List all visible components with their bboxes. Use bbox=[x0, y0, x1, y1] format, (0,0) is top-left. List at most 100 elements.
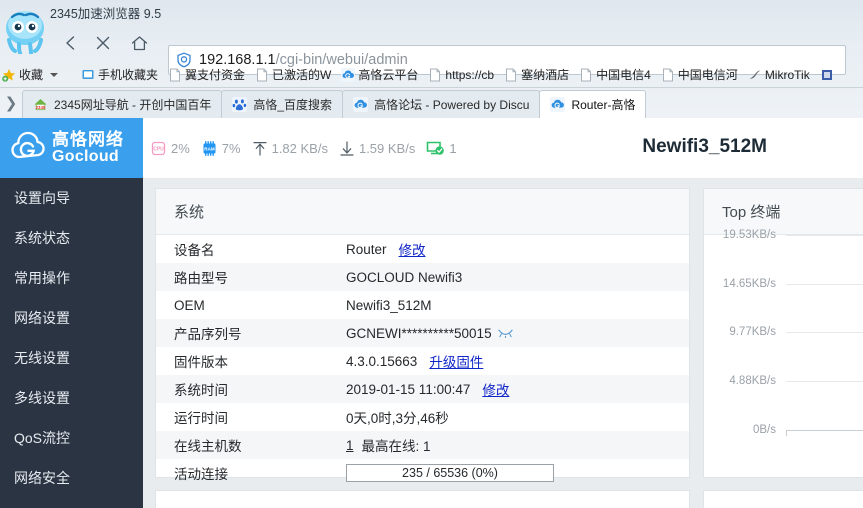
home-icon bbox=[130, 34, 149, 53]
page-icon bbox=[820, 68, 834, 82]
bookmark-item[interactable]: 翼支付资金 bbox=[163, 64, 250, 86]
bookmark-item[interactable]: 塞纳酒店 bbox=[499, 64, 574, 86]
browser-tab[interactable]: 23452345网址导航 - 开创中国百年 bbox=[22, 90, 222, 118]
system-info-label: 活动连接 bbox=[174, 463, 346, 483]
stat-ram-value: 7% bbox=[222, 141, 241, 156]
chevron-down-icon bbox=[50, 73, 58, 77]
page-icon bbox=[579, 68, 593, 82]
browser-nav-row: 192.168.1.1/cgi-bin/webui/admin bbox=[0, 22, 863, 62]
system-info-value-cell: 0天,0时,3分,46秒 bbox=[346, 407, 449, 427]
main-content: 系统 设备名Router修改路由型号GOCLOUD Newifi3OEMNewi… bbox=[143, 178, 863, 508]
sidebar-item-7[interactable]: 网络安全 bbox=[0, 458, 143, 498]
system-info-row: 系统时间2019-01-15 11:00:47修改 bbox=[156, 375, 689, 403]
browser-app-title: 2345加速浏览器 9.5 bbox=[50, 3, 161, 22]
system-info-extra: 最高在线: 1 bbox=[362, 435, 431, 455]
bookmark-label: 中国电信4 bbox=[596, 66, 651, 83]
ram-icon: RAM bbox=[201, 140, 218, 157]
system-info-table: 设备名Router修改路由型号GOCLOUD Newifi3OEMNewifi3… bbox=[156, 235, 689, 487]
bookmark-item[interactable]: 已激活的W bbox=[250, 64, 336, 86]
bookmark-item-clipped[interactable] bbox=[815, 64, 839, 86]
svg-text:CPU: CPU bbox=[153, 146, 164, 152]
home-button[interactable] bbox=[124, 28, 154, 58]
system-info-label: 设备名 bbox=[174, 239, 346, 259]
stat-download-value: 1.59 KB/s bbox=[359, 141, 415, 156]
sidebar-item-4[interactable]: 无线设置 bbox=[0, 338, 143, 378]
system-info-row: OEMNewifi3_512M bbox=[156, 291, 689, 319]
sidebar-item-3[interactable]: 网络设置 bbox=[0, 298, 143, 338]
brand-text: 高恪网络 Gocloud bbox=[52, 131, 124, 166]
eye-toggle-icon[interactable] bbox=[498, 328, 513, 338]
sidebar-item-6[interactable]: QoS流控 bbox=[0, 418, 143, 458]
system-panel-title: 系统 bbox=[156, 189, 689, 235]
stop-button[interactable] bbox=[88, 28, 118, 58]
bookmarks-bar: 收藏 手机收藏夹 翼支付资金 已激活的W 高恪云平台 https://cb 塞纳… bbox=[0, 62, 863, 88]
baidu-icon bbox=[232, 97, 247, 112]
bookmark-item[interactable]: 中国电信4 bbox=[574, 64, 656, 86]
system-info-value-cell: 2019-01-15 11:00:47修改 bbox=[346, 379, 509, 399]
browser-chrome: 2345加速浏览器 9.5 192.168.1.1/cgi-bin/webui/… bbox=[0, 0, 863, 118]
system-info-link[interactable]: 修改 bbox=[482, 379, 509, 399]
tab-list: 23452345网址导航 - 开创中国百年 高恪_百度搜索 高恪论坛 - Pow… bbox=[22, 90, 645, 118]
browser-tab[interactable]: 高恪_百度搜索 bbox=[221, 90, 343, 118]
browser-tab[interactable]: 高恪论坛 - Powered by Discu bbox=[342, 90, 540, 118]
bookmark-item[interactable]: 手机收藏夹 bbox=[79, 64, 163, 86]
svg-text:RAM: RAM bbox=[204, 146, 215, 151]
mikrotik-icon bbox=[748, 68, 762, 82]
stat-cpu-value: 2% bbox=[171, 141, 190, 156]
system-info-value-cell: 1 最高在线: 1 bbox=[346, 435, 431, 455]
stat-upload: 1.82 KB/s bbox=[252, 140, 328, 157]
system-info-label: 运行时间 bbox=[174, 407, 346, 427]
top-terminals-panel: Top 终端 19.53KB/s14.65KB/s9.77KB/s4.88KB/… bbox=[703, 188, 863, 478]
bookmark-item[interactable]: MikroTik bbox=[743, 64, 815, 86]
top-terminals-chart: 19.53KB/s14.65KB/s9.77KB/s4.88KB/s0B/s 1… bbox=[704, 235, 863, 478]
sidebar-item-label: QoS流控 bbox=[14, 428, 70, 448]
browser-tab-label: 2345网址导航 - 开创中国百年 bbox=[54, 96, 211, 113]
sidebar-item-label: 系统状态 bbox=[14, 228, 70, 248]
sidebar-item-5[interactable]: 多线设置 bbox=[0, 378, 143, 418]
system-info-value-cell: 4.3.0.15663升级固件 bbox=[346, 351, 483, 371]
brand-logo-block[interactable]: 高恪网络 Gocloud bbox=[0, 118, 143, 178]
bookmark-label: 已激活的W bbox=[272, 66, 331, 83]
sidebar-item-label: 常用操作 bbox=[14, 268, 70, 288]
bookmark-item[interactable]: 高恪云平台 bbox=[336, 64, 423, 86]
system-info-row: 产品序列号GCNEWI**********50015 bbox=[156, 319, 689, 347]
system-info-link[interactable]: 升级固件 bbox=[429, 351, 483, 371]
system-info-value: Newifi3_512M bbox=[346, 298, 432, 313]
gocloud-logo-icon bbox=[8, 128, 48, 168]
system-info-value[interactable]: 1 bbox=[346, 438, 354, 453]
browser-tab-label: Router-高恪 bbox=[571, 96, 635, 113]
bookmark-label: MikroTik bbox=[765, 68, 810, 82]
tab-scroll-left-icon[interactable]: ❯ bbox=[0, 88, 22, 118]
system-info-row: 活动连接235 / 65536 (0%) bbox=[156, 459, 689, 487]
stat-download: 1.59 KB/s bbox=[339, 140, 415, 157]
sidebar-item-2[interactable]: 常用操作 bbox=[0, 258, 143, 298]
browser-tab-label: 高恪论坛 - Powered by Discu bbox=[374, 96, 529, 113]
chart-x-axis-tick bbox=[786, 430, 787, 436]
sidebar-item-0[interactable]: 设置向导 bbox=[0, 178, 143, 218]
back-button[interactable] bbox=[56, 28, 86, 58]
chart-y-tick-label: 4.88KB/s bbox=[712, 375, 782, 387]
chart-y-tick-label: 0B/s bbox=[712, 424, 782, 436]
system-info-label: 固件版本 bbox=[174, 351, 346, 371]
sidebar-menu: 设置向导系统状态常用操作网络设置无线设置多线设置 QoS流控网络安全 bbox=[0, 178, 143, 498]
bookmark-label: 手机收藏夹 bbox=[98, 66, 158, 83]
sidebar-item-1[interactable]: 系统状态 bbox=[0, 218, 143, 258]
active-connections-box: 235 / 65536 (0%) bbox=[346, 464, 554, 482]
brand-name-en: Gocloud bbox=[52, 149, 124, 166]
browser-tab[interactable]: Router-高恪 bbox=[539, 90, 646, 118]
cpu-icon: CPU bbox=[150, 140, 167, 157]
system-info-label: OEM bbox=[174, 298, 346, 313]
system-info-link[interactable]: 修改 bbox=[399, 239, 426, 259]
system-info-label: 产品序列号 bbox=[174, 323, 346, 343]
bookmark-item[interactable]: https://cb bbox=[423, 64, 499, 86]
stat-upload-value: 1.82 KB/s bbox=[272, 141, 328, 156]
system-info-value-cell: Newifi3_512M bbox=[346, 298, 432, 313]
sidebar-item-label: 无线设置 bbox=[14, 348, 70, 368]
chart-y-tick-label: 9.77KB/s bbox=[712, 326, 782, 338]
bookmarks-root[interactable]: 收藏 bbox=[0, 64, 69, 86]
system-info-row: 在线主机数1最高在线: 1 bbox=[156, 431, 689, 459]
back-arrow-icon bbox=[62, 34, 80, 52]
bookmark-item[interactable]: 中国电信河 bbox=[656, 64, 743, 86]
chart-y-tick-label: 19.53KB/s bbox=[712, 229, 782, 241]
sidebar-item-label: 网络设置 bbox=[14, 308, 70, 328]
